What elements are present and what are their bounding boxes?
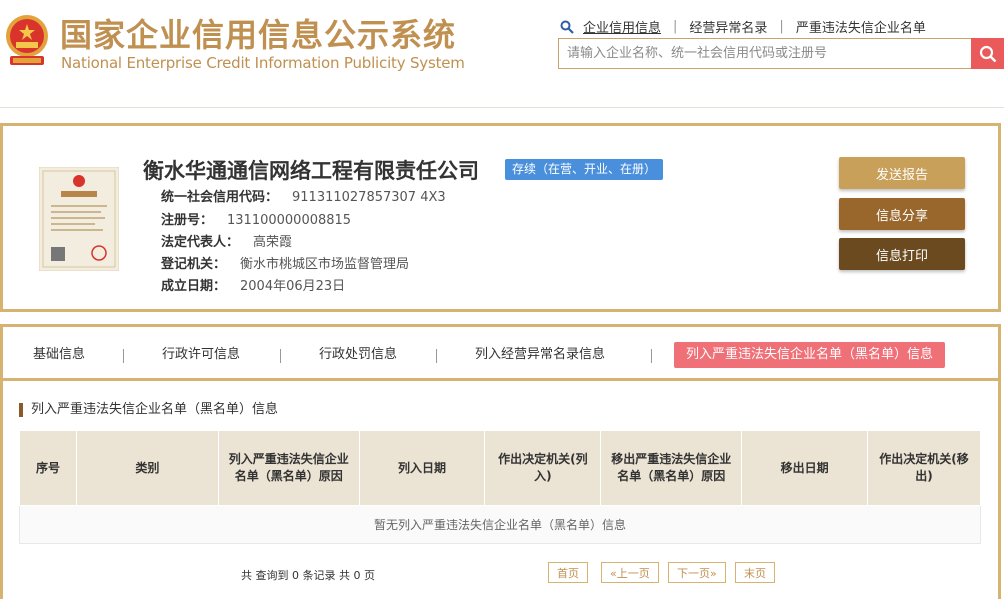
company-card: 衡水华通通信网络工程有限责任公司 存续（在营、开业、在册） 统一社会信用代码： 9…	[0, 123, 1001, 312]
tab-penalty-info[interactable]: 行政处罚信息	[319, 342, 397, 368]
info-founded-date: 成立日期： 2004年06月23日	[161, 275, 345, 294]
nav-link-credit-info[interactable]: 企业信用信息	[583, 17, 661, 36]
tab-abnormal-info[interactable]: 列入经营异常名录信息	[475, 342, 605, 368]
tab-separator	[436, 349, 437, 363]
search-input[interactable]	[558, 38, 972, 69]
nav-separator: |	[779, 19, 784, 34]
tab-license-info[interactable]: 行政许可信息	[162, 342, 240, 368]
site-subtitle: National Enterprise Credit Information P…	[61, 54, 465, 72]
tab-basic-info[interactable]: 基础信息	[33, 342, 85, 368]
empty-message: 暂无列入严重违法失信企业名单（黑名单）信息	[19, 505, 981, 544]
column-header: 列入日期	[358, 430, 486, 506]
info-label: 成立日期：	[161, 279, 227, 294]
column-header: 移出日期	[741, 430, 869, 506]
share-info-button[interactable]: 信息分享	[839, 198, 965, 230]
company-name: 衡水华通通信网络工程有限责任公司	[143, 159, 479, 183]
table-header-row: 序号 类别 列入严重违法失信企业名单（黑名单）原因 列入日期 作出决定机关(列入…	[19, 430, 981, 506]
detail-panel: 基础信息 行政许可信息 行政处罚信息 列入经营异常名录信息 列入严重违法失信企业…	[0, 324, 1001, 599]
nav-link-abnormal-list[interactable]: 经营异常名录	[689, 17, 767, 36]
first-page-button[interactable]: 首页	[548, 562, 588, 583]
tab-bar: 基础信息 行政许可信息 行政处罚信息 列入经营异常名录信息 列入严重违法失信企业…	[3, 327, 998, 381]
info-legal-rep: 法定代表人： 高荣霞	[161, 231, 292, 250]
prev-page-button[interactable]: «上一页	[601, 562, 659, 583]
info-credit-code: 统一社会信用代码： 911311027857307 4X3	[161, 186, 446, 205]
tab-blacklist-info[interactable]: 列入严重违法失信企业名单（黑名单）信息	[674, 342, 946, 368]
tab-separator	[123, 349, 124, 363]
nav-link-blacklist[interactable]: 严重违法失信企业名单	[796, 17, 926, 36]
search-box	[558, 38, 1004, 69]
table-row: 暂无列入严重违法失信企业名单（黑名单）信息	[19, 505, 981, 544]
info-value: 高荣霞	[253, 235, 293, 250]
info-reg-no: 注册号： 131100000008815	[161, 209, 351, 228]
tab-separator	[280, 349, 281, 363]
search-icon	[560, 20, 574, 34]
info-value: 131100000008815	[227, 213, 352, 228]
national-emblem-icon	[6, 15, 48, 65]
tab-separator	[651, 349, 652, 363]
next-page-button[interactable]: 下一页»	[668, 562, 726, 583]
search-icon	[979, 45, 996, 62]
site-title: 国家企业信用信息公示系统	[60, 16, 457, 54]
column-header: 作出决定机关(移出)	[867, 430, 981, 506]
status-badge: 存续（在营、开业、在册）	[505, 159, 664, 180]
search-button[interactable]	[971, 38, 1004, 69]
info-label: 注册号：	[161, 213, 214, 228]
blacklist-table: 序号 类别 列入严重违法失信企业名单（黑名单）原因 列入日期 作出决定机关(列入…	[19, 430, 981, 544]
nav-separator: |	[673, 19, 678, 34]
last-page-button[interactable]: 末页	[735, 562, 775, 583]
info-reg-authority: 登记机关： 衡水市桃城区市场监督管理局	[161, 253, 409, 272]
column-header: 列入严重违法失信企业名单（黑名单）原因	[217, 430, 360, 506]
column-header: 移出严重违法失信企业名单（黑名单）原因	[600, 430, 743, 506]
section-title: 列入严重违法失信企业名单（黑名单）信息	[19, 403, 278, 417]
info-label: 登记机关：	[161, 257, 227, 272]
info-value: 2004年06月23日	[240, 279, 346, 294]
column-header: 序号	[19, 430, 77, 506]
business-license-icon	[39, 167, 119, 271]
pagination-summary: 共 查询到 0 条记录 共 0 页	[241, 569, 375, 582]
info-label: 法定代表人：	[161, 235, 240, 250]
site-header: 国家企业信用信息公示系统 National Enterprise Credit …	[0, 0, 1004, 108]
info-value: 衡水市桃城区市场监督管理局	[240, 257, 410, 272]
info-label: 统一社会信用代码：	[161, 190, 279, 205]
top-nav: 企业信用信息 | 经营异常名录 | 严重违法失信企业名单	[560, 17, 926, 36]
print-info-button[interactable]: 信息打印	[839, 238, 965, 270]
column-header: 类别	[75, 430, 219, 506]
send-report-button[interactable]: 发送报告	[839, 157, 965, 189]
info-value: 911311027857307 4X3	[292, 190, 446, 205]
column-header: 作出决定机关(列入)	[484, 430, 602, 506]
